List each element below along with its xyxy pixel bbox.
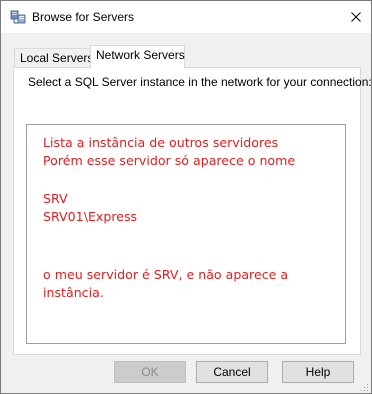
window-title: Browse for Servers: [32, 10, 135, 24]
tab-local-servers[interactable]: Local Servers: [14, 48, 93, 68]
title-bar[interactable]: Browse for Servers: [1, 1, 371, 33]
instruction-text: Select a SQL Server instance in the netw…: [28, 75, 372, 89]
annotation-line: instância.: [43, 285, 104, 300]
annotation-line: SRV01\Express: [43, 209, 138, 224]
browse-for-servers-dialog: Browse for Servers Local Servers Network…: [0, 0, 372, 394]
network-servers-panel: Select a SQL Server instance in the netw…: [13, 67, 372, 355]
annotation-line: SRV: [43, 191, 68, 206]
close-button[interactable]: [341, 1, 371, 33]
close-icon: [351, 12, 361, 22]
annotation-line: o meu servidor é SRV, e não aparece a: [43, 267, 289, 282]
help-button[interactable]: Help: [282, 361, 354, 383]
server-network-icon: [10, 9, 26, 25]
annotation-line: Porém esse servidor só aparece o nome: [43, 153, 296, 168]
tab-network-servers[interactable]: Network Servers: [90, 45, 185, 68]
resize-grip-icon[interactable]: [359, 381, 369, 391]
server-list[interactable]: Lista a instância de outros servidores P…: [26, 124, 346, 344]
cancel-button[interactable]: Cancel: [196, 361, 268, 383]
annotation-line: Lista a instância de outros servidores: [43, 135, 279, 150]
ok-button[interactable]: OK: [114, 361, 186, 383]
